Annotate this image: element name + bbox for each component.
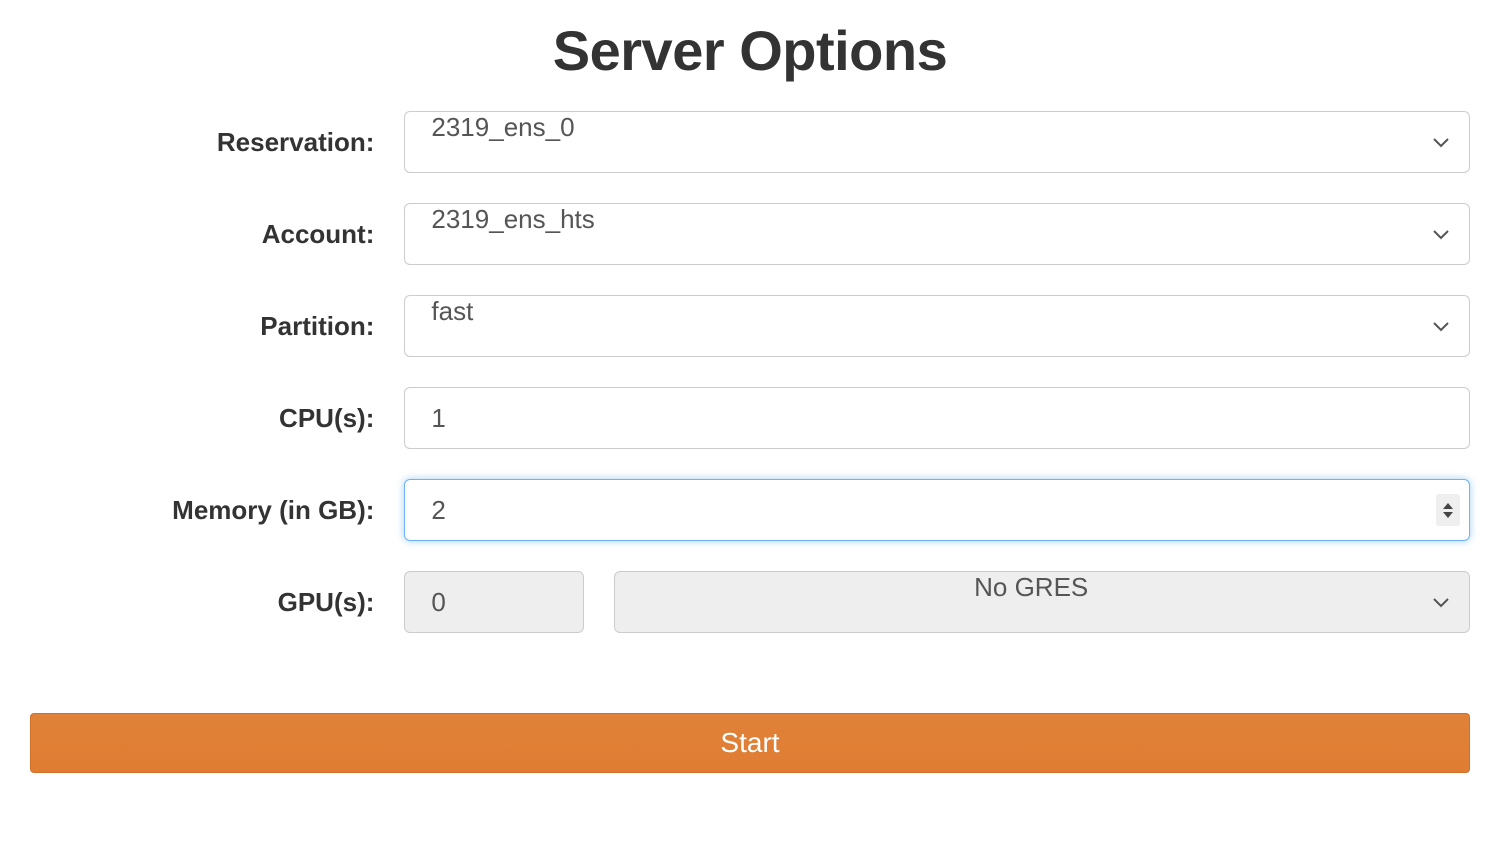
cpus-input[interactable] bbox=[404, 387, 1470, 449]
server-options-form: Server Options Reservation: 2319_ens_0 A… bbox=[30, 18, 1470, 773]
partition-select[interactable]: fast bbox=[404, 295, 1470, 357]
reservation-label: Reservation: bbox=[30, 127, 404, 158]
cpus-row: CPU(s): bbox=[30, 387, 1470, 449]
page-title: Server Options bbox=[30, 18, 1470, 83]
gpu-count-input bbox=[404, 571, 584, 633]
partition-label: Partition: bbox=[30, 311, 404, 342]
account-select[interactable]: 2319_ens_hts bbox=[404, 203, 1470, 265]
memory-row: Memory (in GB): bbox=[30, 479, 1470, 541]
cpus-label: CPU(s): bbox=[30, 403, 404, 434]
reservation-select[interactable]: 2319_ens_0 bbox=[404, 111, 1470, 173]
account-label: Account: bbox=[30, 219, 404, 250]
gpu-gres-select: No GRES bbox=[614, 571, 1470, 633]
gpus-label: GPU(s): bbox=[30, 587, 404, 618]
partition-row: Partition: fast bbox=[30, 295, 1470, 357]
reservation-row: Reservation: 2319_ens_0 bbox=[30, 111, 1470, 173]
account-row: Account: 2319_ens_hts bbox=[30, 203, 1470, 265]
memory-input[interactable] bbox=[404, 479, 1470, 541]
start-button[interactable]: Start bbox=[30, 713, 1470, 773]
memory-label: Memory (in GB): bbox=[30, 495, 404, 526]
gpus-row: GPU(s): No GRES bbox=[30, 571, 1470, 633]
